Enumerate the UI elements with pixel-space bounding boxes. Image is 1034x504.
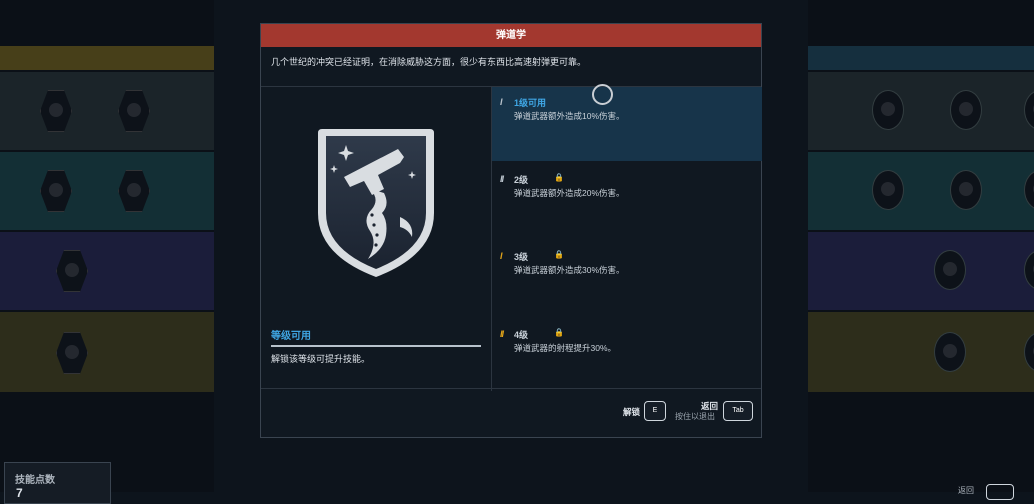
level-name: 2级: [514, 175, 529, 185]
hold-to-exit-hint: 按住以退出: [675, 412, 715, 421]
back-key-button[interactable]: Tab: [723, 401, 753, 421]
dialog-body: 等级可用 解锁该等级可提升技能。 I 1级可用 弹道武器额外造成10%伤害。 I…: [261, 87, 762, 391]
skill-tree-right-panel: [808, 0, 1034, 492]
level-description: 弹道武器的射程提升30%。: [514, 343, 617, 353]
unlock-label: 解锁: [623, 407, 641, 417]
level-name: 3级: [514, 252, 529, 262]
tier-mark-icon: I: [500, 97, 502, 107]
skill-points-value: 7: [16, 486, 23, 500]
level-row-4[interactable]: II 4级 🔒 弹道武器的射程提升30%。: [492, 319, 762, 393]
skill-points-label: 技能点数: [15, 475, 55, 486]
level-description: 弹道武器额外造成30%伤害。: [514, 265, 625, 275]
dialog-title: 弹道学: [261, 24, 761, 47]
corner-back-label: 返回: [958, 486, 974, 495]
pistol-tentacle-shield-icon: [318, 129, 434, 277]
dialog-footer: 解锁 E 返回 按住以退出 Tab: [261, 388, 761, 437]
level-status-text: 解锁该等级可提升技能。: [271, 354, 371, 364]
lock-icon: 🔒: [554, 173, 564, 182]
level-row-2[interactable]: II 2级 🔒 弹道武器额外造成20%伤害。: [492, 164, 762, 238]
dim-overlay: [0, 0, 214, 492]
level-description: 弹道武器额外造成20%伤害。: [514, 188, 625, 198]
lock-icon: 🔒: [554, 250, 564, 259]
skill-description: 几个世纪的冲突已经证明，在消除威胁这方面，很少有东西比高速射弹更可靠。: [261, 47, 761, 87]
tier-mark-icon: II: [500, 174, 504, 184]
skill-overview-pane: 等级可用 解锁该等级可提升技能。: [261, 87, 492, 391]
unlock-key-button[interactable]: E: [644, 401, 666, 421]
tier-mark-icon: II: [500, 329, 504, 339]
skill-levels-list: I 1级可用 弹道武器额外造成10%伤害。 II 2级 🔒 弹道武器额外造成20…: [492, 87, 762, 391]
skill-tree-left-panel: [0, 0, 214, 492]
skill-detail-dialog: 弹道学 几个世纪的冲突已经证明，在消除威胁这方面，很少有东西比高速射弹更可靠。: [260, 23, 762, 438]
level-description: 弹道武器额外造成10%伤害。: [514, 111, 625, 121]
corner-back-key-button[interactable]: [986, 484, 1014, 500]
level-row-1[interactable]: I 1级可用 弹道武器额外造成10%伤害。: [492, 87, 762, 161]
tier-mark-icon: I: [500, 251, 502, 261]
level-name: 1级可用: [514, 98, 547, 108]
level-name: 4级: [514, 330, 529, 340]
dim-overlay: [808, 0, 1034, 492]
level-row-3[interactable]: I 3级 🔒 弹道武器额外造成30%伤害。: [492, 241, 762, 315]
lock-icon: 🔒: [554, 328, 564, 337]
skill-points-panel: 技能点数 7: [4, 462, 111, 504]
cursor-ring-icon: [592, 84, 613, 105]
level-status-title: 等级可用: [271, 327, 481, 347]
